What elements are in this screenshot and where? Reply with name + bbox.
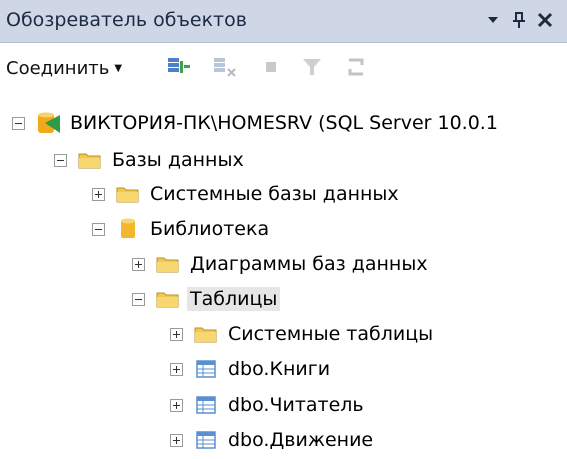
- tree-node-system-databases[interactable]: Системные базы данных: [92, 176, 399, 212]
- collapse-toggle[interactable]: [132, 292, 145, 306]
- tree-node-label: Базы данных: [112, 149, 244, 171]
- tree-node-databases[interactable]: Базы данных: [54, 142, 244, 178]
- expand-toggle[interactable]: [170, 362, 183, 376]
- close-icon[interactable]: [536, 10, 554, 30]
- table-icon: [196, 360, 216, 378]
- tree-node-system-tables[interactable]: Системные таблицы: [170, 316, 433, 352]
- chevron-down-icon: ▼: [114, 62, 123, 74]
- folder-icon: [194, 327, 217, 343]
- folder-icon: [116, 187, 139, 203]
- refresh-icon[interactable]: [344, 55, 368, 79]
- connect-button[interactable]: Соединить ▼: [6, 55, 122, 81]
- connect-button-label: Соединить: [6, 57, 110, 79]
- tree-node-label: Системные базы данных: [150, 183, 399, 205]
- pin-icon[interactable]: [510, 10, 528, 30]
- tree-node-library-db[interactable]: Библиотека: [92, 211, 269, 247]
- tree-node-table-readers[interactable]: dbo.Читатель: [170, 387, 364, 423]
- stop-icon[interactable]: [259, 55, 283, 79]
- tree-node-label: Библиотека: [150, 218, 270, 240]
- tree-node-db-diagrams[interactable]: Диаграммы баз данных: [132, 246, 428, 282]
- connect-object-explorer-icon[interactable]: [167, 55, 191, 79]
- object-explorer-window: Обозреватель объектов Соединить ▼ ВИКТОР…: [0, 0, 567, 459]
- tree-node-label: dbo.Движение: [228, 429, 374, 451]
- tree-node-label: dbo.Книги: [228, 358, 331, 380]
- collapse-toggle[interactable]: [12, 116, 25, 130]
- panel-title: Обозреватель объектов: [6, 9, 247, 31]
- expand-toggle[interactable]: [170, 433, 183, 447]
- table-icon: [196, 396, 216, 414]
- folder-icon: [78, 153, 101, 169]
- tree-node-tables[interactable]: Таблицы: [132, 281, 281, 317]
- expand-toggle[interactable]: [92, 187, 105, 201]
- folder-icon: [156, 257, 179, 273]
- tree-node-table-movement[interactable]: dbo.Движение: [170, 422, 373, 458]
- tree-node-label: Диаграммы баз данных: [190, 253, 428, 275]
- toolbar: Соединить ▼: [0, 43, 567, 93]
- table-icon: [196, 431, 216, 449]
- dropdown-arrow-icon[interactable]: [484, 10, 502, 30]
- tree-node-label: ВИКТОРИЯ-ПК\HOMESRV (SQL Server 10.0.1: [70, 112, 498, 134]
- server-icon: [38, 112, 60, 133]
- tree-node-label: dbo.Читатель: [228, 394, 364, 416]
- expand-toggle[interactable]: [132, 257, 145, 271]
- tree-node-label: Системные таблицы: [228, 323, 434, 345]
- database-icon: [121, 218, 135, 238]
- title-bar: Обозреватель объектов: [0, 0, 567, 43]
- object-tree: ВИКТОРИЯ-ПК\HOMESRV (SQL Server 10.0.1 Б…: [0, 93, 567, 459]
- folder-icon: [156, 292, 179, 308]
- expand-toggle[interactable]: [170, 398, 183, 412]
- tree-node-table-books[interactable]: dbo.Книги: [170, 351, 330, 387]
- disconnect-icon[interactable]: [213, 55, 237, 79]
- tree-node-label: Таблицы: [187, 287, 281, 311]
- collapse-toggle[interactable]: [54, 153, 67, 167]
- tree-node-server[interactable]: ВИКТОРИЯ-ПК\HOMESRV (SQL Server 10.0.1: [12, 105, 498, 141]
- filter-icon[interactable]: [300, 55, 324, 79]
- expand-toggle[interactable]: [170, 327, 183, 341]
- collapse-toggle[interactable]: [92, 222, 105, 236]
